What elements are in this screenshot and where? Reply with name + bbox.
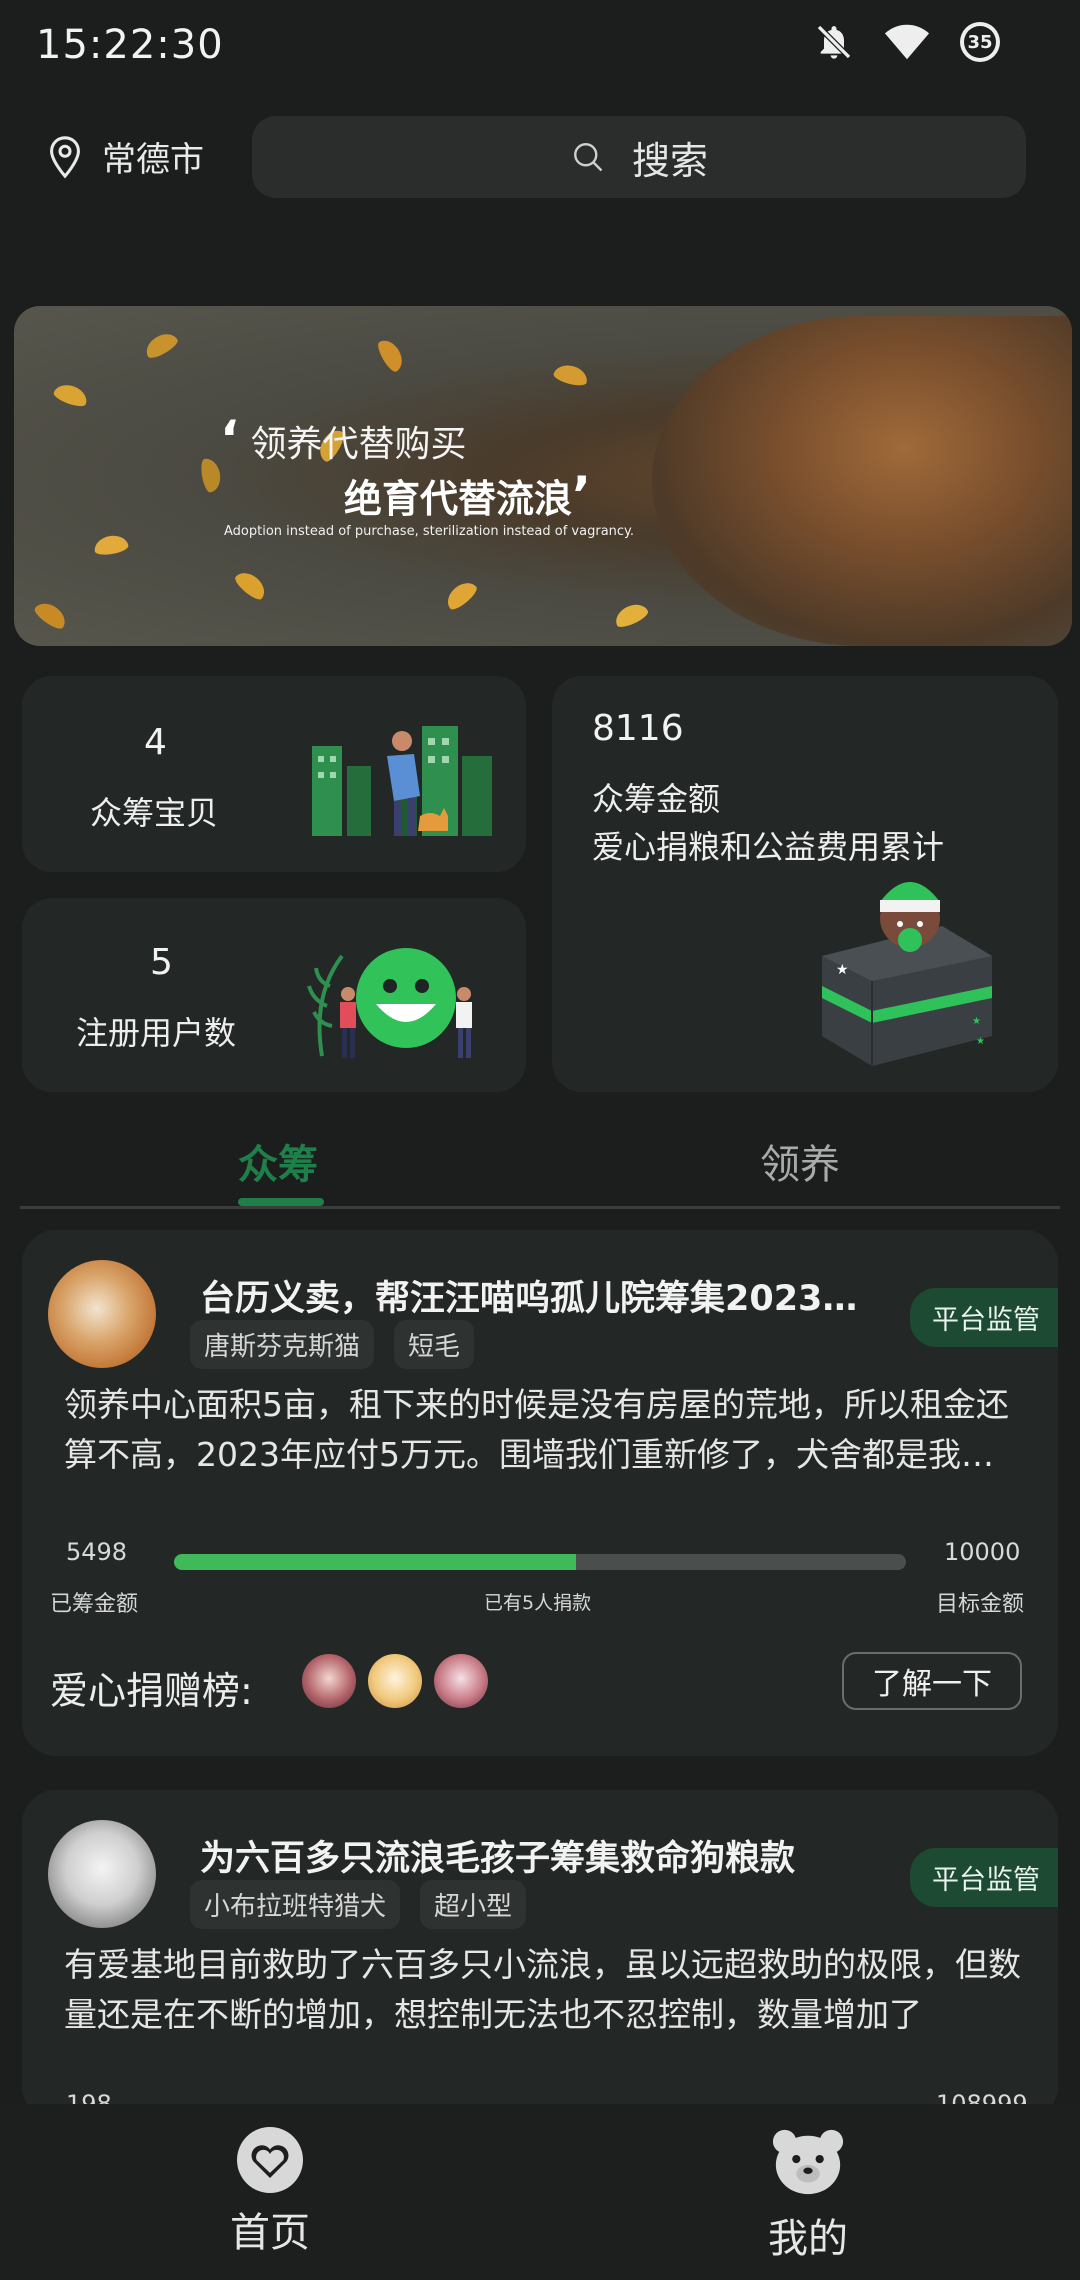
search-icon	[574, 143, 603, 172]
status-time: 15:22:30	[36, 22, 224, 68]
progress-bar	[174, 1554, 906, 1570]
tab-active-indicator	[238, 1198, 324, 1206]
battery-icon: 35	[960, 22, 1000, 62]
stat-users-value: 5	[150, 942, 173, 983]
stat-card-users[interactable]: 5 注册用户数	[22, 898, 526, 1092]
wifi-icon	[884, 24, 930, 60]
target-amount: 10000	[944, 1538, 1021, 1566]
target-label: 目标金额	[936, 1592, 1025, 1617]
learn-more-button[interactable]: 了解一下	[842, 1652, 1022, 1710]
campaign-description: 领养中心面积5亩，租下来的时候是没有房屋的荒地，所以租金还算不高，2023年应付…	[64, 1385, 1009, 1474]
campaign-description: 有爱基地目前救助了六百多只小流浪，虽以远超救助的极限，但数量还是在不断的增加，想…	[64, 1945, 1021, 2034]
campaign-tag-size: 超小型	[420, 1880, 527, 1929]
stat-babies-value: 4	[144, 722, 167, 763]
platform-supervised-badge: 平台监管	[910, 1848, 1058, 1907]
stat-users-label: 注册用户数	[76, 1014, 237, 1052]
battery-level: 35	[967, 31, 993, 53]
svg-text:★: ★	[836, 962, 849, 978]
bottom-navigation: 首页 我的	[0, 2104, 1080, 2280]
raised-amount: 5498	[66, 1538, 128, 1566]
nav-home-label: 首页	[230, 2210, 310, 2256]
stat-amount-label: 众筹金额	[592, 780, 721, 818]
raised-label: 已筹金额	[50, 1592, 139, 1617]
donor-avatars	[302, 1654, 488, 1708]
stat-amount-value: 8116	[592, 708, 684, 749]
tab-adoption[interactable]: 领养	[760, 1132, 840, 1190]
gift-box-bear-illustration: ★ ★ ★	[822, 882, 992, 1066]
donors-count: 已有5人捐款	[484, 1592, 592, 1614]
banner-subtitle: Adoption instead of purchase, sterilizat…	[224, 524, 635, 539]
campaign-tag-breed: 小布拉班特猎犬	[190, 1880, 401, 1929]
stat-babies-label: 众筹宝贝	[90, 794, 219, 832]
location-pin-icon	[50, 135, 80, 178]
search-placeholder: 搜索	[631, 138, 708, 183]
campaign-title: 台历义卖，帮汪汪喵呜孤儿院筹集2023年租金	[200, 1279, 890, 1319]
progress-fill	[174, 1554, 577, 1570]
tab-crowdfunding[interactable]: 众筹	[238, 1132, 318, 1190]
notifications-off-icon	[816, 24, 852, 60]
campaign-avatar	[48, 1260, 156, 1368]
hero-banner[interactable]: ‘ 领养代替购买 绝育代替流浪’ Adoption instead of pur…	[14, 306, 1072, 646]
bear-icon	[772, 2129, 844, 2195]
campaign-card[interactable]: 台历义卖，帮汪汪喵呜孤儿院筹集2023年租金 唐斯芬克斯猫 短毛 平台监管 领养…	[22, 1230, 1058, 1756]
search-bar[interactable]: 搜索	[252, 116, 1026, 198]
donor-avatar[interactable]	[434, 1654, 488, 1708]
nav-mine[interactable]: 我的	[758, 2126, 858, 2264]
heart-icon	[237, 2127, 303, 2193]
stat-card-amount[interactable]: 8116 众筹金额 爱心捐粮和公益费用累计 ★ ★ ★	[552, 676, 1058, 1092]
donor-avatar[interactable]	[368, 1654, 422, 1708]
location-label: 常德市	[102, 140, 204, 180]
cat-image	[652, 316, 1072, 646]
city-dog-walk-illustration	[312, 726, 492, 836]
campaign-tag-breed: 唐斯芬克斯猫	[190, 1320, 375, 1369]
banner-line2: 绝育代替流浪	[344, 477, 573, 521]
platform-supervised-badge: 平台监管	[910, 1288, 1058, 1347]
donor-avatar[interactable]	[302, 1654, 356, 1708]
location-selector[interactable]: 常德市	[42, 132, 204, 181]
campaign-title: 为六百多只流浪毛孩子筹集救命狗粮款	[200, 1839, 796, 1879]
stat-card-babies[interactable]: 4 众筹宝贝	[22, 676, 526, 872]
donor-board-label: 爱心捐赠榜:	[50, 1669, 253, 1713]
campaign-card[interactable]: 为六百多只流浪毛孩子筹集救命狗粮款 小布拉班特猎犬 超小型 平台监管 有爱基地目…	[22, 1790, 1058, 2120]
campaign-tag-coat: 短毛	[394, 1320, 475, 1369]
banner-line1: 领养代替购买	[250, 424, 467, 465]
nav-home[interactable]: 首页	[220, 2124, 320, 2258]
tabs-divider	[20, 1206, 1060, 1209]
smile-people-illustration	[307, 948, 472, 1058]
nav-mine-label: 我的	[768, 2216, 848, 2262]
campaign-avatar	[48, 1820, 156, 1928]
svg-text:★: ★	[976, 1036, 985, 1047]
status-icons: 35	[814, 22, 1000, 62]
svg-text:★: ★	[972, 1016, 981, 1027]
